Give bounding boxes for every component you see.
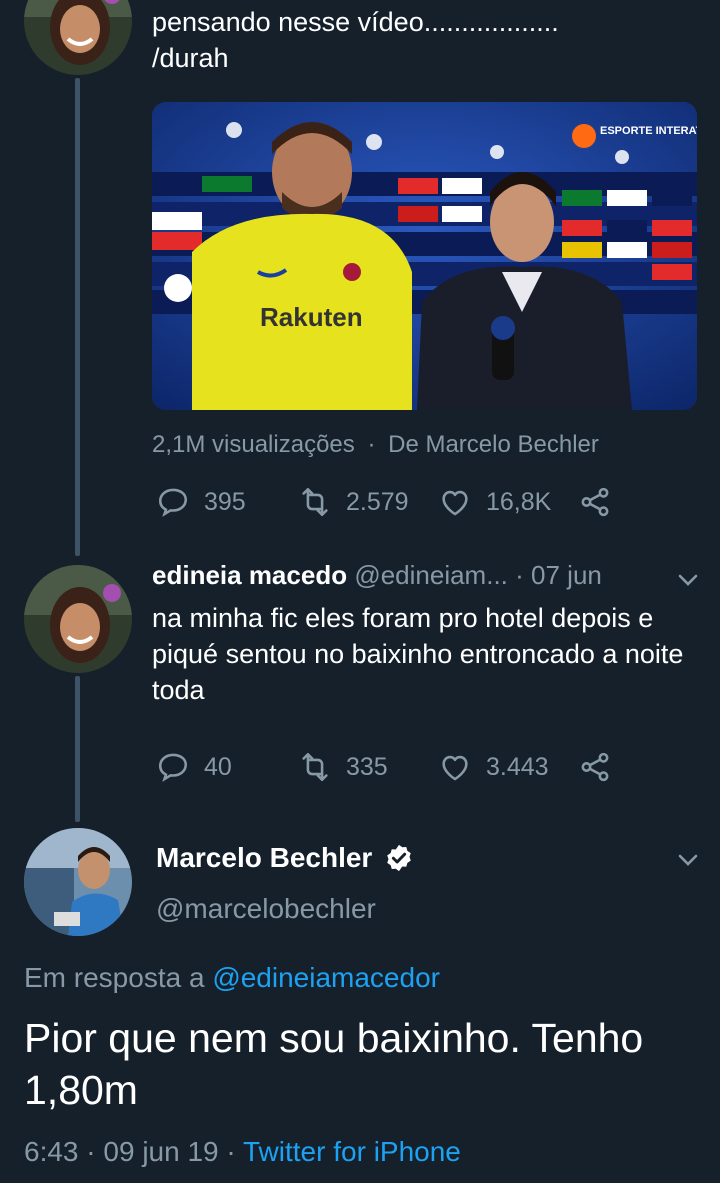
chevron-down-icon[interactable] [674, 850, 702, 870]
reply-icon [158, 753, 188, 782]
avatar-marcelo[interactable] [24, 828, 132, 936]
reply-prefix: Em resposta a [24, 962, 205, 993]
jersey-sponsor: Rakuten [260, 302, 363, 332]
tweet-thread: pensando nesse vídeo.................. /… [0, 0, 720, 1183]
tweet-text-line: /durah [152, 43, 229, 73]
reply-count: 40 [204, 752, 232, 781]
retweet-icon [302, 752, 328, 782]
separator-dot: · [86, 1136, 96, 1167]
share-button[interactable] [578, 747, 612, 787]
tweet-text: Pior que nem sou baixinho. Tenho 1,80m [24, 1015, 644, 1113]
view-count: 2,1M visualizações [152, 431, 355, 458]
like-count: 16,8K [486, 487, 552, 516]
share-icon [581, 752, 609, 782]
tweet-actions: 40 335 3.443 [152, 747, 632, 787]
separator-dot: · [226, 1136, 236, 1167]
separator-dot: · [515, 560, 524, 590]
like-button[interactable]: 16,8K [438, 482, 551, 522]
author-name[interactable]: edineia macedo [152, 560, 347, 590]
avatar-edineia[interactable] [24, 565, 132, 673]
thread-line [75, 676, 80, 822]
video-author[interactable]: De Marcelo Bechler [388, 431, 599, 458]
like-icon [442, 490, 468, 516]
view-count-line: 2,1M visualizações · De Marcelo Bechler [152, 431, 599, 459]
share-button[interactable] [578, 482, 612, 522]
retweet-button[interactable]: 2.579 [298, 482, 409, 522]
reply-count: 395 [204, 487, 246, 516]
author-handle[interactable]: @marcelobechler [156, 893, 376, 925]
tweet-footer: 6:43 · 09 jun 19 · Twitter for iPhone [24, 1136, 461, 1168]
reply-context: Em resposta a @edineiamacedor [24, 962, 440, 994]
reply-button[interactable]: 395 [156, 482, 246, 522]
retweet-count: 335 [346, 752, 388, 781]
retweet-count: 2.579 [346, 487, 409, 516]
reply-icon [158, 488, 188, 517]
thread-line [75, 78, 80, 556]
tweet-text: na minha fic eles foram pro hotel depois… [152, 603, 684, 705]
video-thumbnail[interactable]: ESPORTE INTERATIVO Rakuten [152, 102, 697, 410]
like-icon [442, 755, 468, 781]
reply-button[interactable]: 40 [156, 747, 232, 787]
avatar-edineia-top[interactable] [24, 0, 132, 75]
author-handle[interactable]: @edineiam... [354, 560, 508, 590]
chevron-down-icon[interactable] [674, 570, 702, 590]
share-icon [581, 487, 609, 517]
retweet-icon [302, 487, 328, 517]
tweet-text-line: pensando nesse vídeo.................. [152, 7, 559, 37]
tweet-date: 09 jun 19 [103, 1136, 219, 1167]
network-logo: ESPORTE INTERATIVO [600, 125, 697, 137]
like-count: 3.443 [486, 752, 549, 781]
tweet-actions: 395 2.579 16,8K [152, 482, 632, 522]
reply-to-link[interactable]: @edineiamacedor [212, 962, 440, 993]
like-button[interactable]: 3.443 [438, 747, 549, 787]
verified-icon [387, 844, 411, 872]
separator-dot: · [367, 431, 376, 458]
retweet-button[interactable]: 335 [298, 747, 388, 787]
tweet-time: 6:43 [24, 1136, 79, 1167]
client-link[interactable]: Twitter for iPhone [243, 1136, 461, 1167]
tweet-date[interactable]: 07 jun [531, 560, 602, 590]
author-name[interactable]: Marcelo Bechler [156, 842, 372, 874]
tweet-header: edineia macedo @edineiam... · 07 jun [152, 560, 602, 591]
